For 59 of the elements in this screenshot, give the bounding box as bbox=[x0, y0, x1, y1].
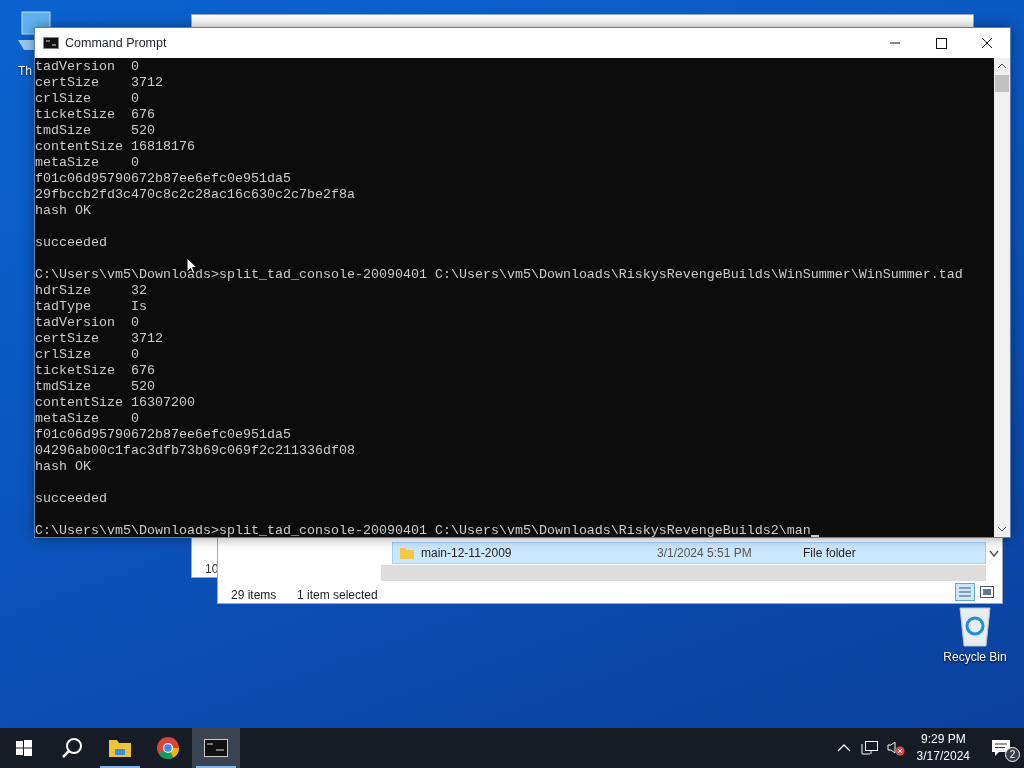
console-line: crlSize 0 bbox=[35, 347, 139, 363]
console-line: tmdSize 520 bbox=[35, 123, 155, 139]
console-line: succeeded bbox=[35, 235, 107, 251]
console-line: crlSize 0 bbox=[35, 91, 139, 107]
console-line: contentSize 16307200 bbox=[35, 395, 195, 411]
chrome-icon bbox=[156, 736, 180, 760]
start-icon bbox=[16, 740, 32, 756]
console-line: ticketSize 676 bbox=[35, 107, 155, 123]
chevron-up-icon[interactable] bbox=[836, 743, 851, 753]
console-icon bbox=[43, 37, 59, 49]
thumbnail-view-icon[interactable] bbox=[980, 586, 994, 598]
notification-icon bbox=[991, 739, 1011, 757]
console-line: 04296ab00c1fac3dfb73b69c069f2c211336df08 bbox=[35, 443, 355, 459]
file-row[interactable]: main-12-11-2009 3/1/2024 5:51 PM File folder bbox=[392, 542, 986, 564]
console-line: C:\Users\vm5\Downloads>split_tad_console-20090401 C:\Users\vm5\Downloads\RiskysRevengeBuilds2\man bbox=[35, 523, 811, 539]
console-line: hash OK bbox=[35, 203, 91, 219]
scrollbar-thumb[interactable] bbox=[995, 75, 1009, 92]
file-type: File folder bbox=[803, 545, 856, 562]
console-line: tmdSize 520 bbox=[35, 379, 155, 395]
status-text: 29 items bbox=[231, 587, 277, 604]
notification-count: 2 bbox=[1005, 747, 1020, 762]
taskbar-button[interactable] bbox=[192, 728, 240, 768]
console-line: f01c06d95790672b87ee6efc0e951da5 bbox=[35, 427, 291, 443]
clock-date[interactable]: 3/17/2024 bbox=[916, 748, 970, 765]
console-line: succeeded bbox=[35, 491, 107, 507]
search-icon bbox=[61, 737, 83, 759]
console-line: certSize 3712 bbox=[35, 75, 163, 91]
console-line: 29fbccb2fd3c470c8c2c28ac16c630c2c7be2f8a bbox=[35, 187, 355, 203]
console-line: metaSize 0 bbox=[35, 155, 139, 171]
clock-time[interactable]: 9:29 PM bbox=[916, 731, 970, 748]
text-cursor bbox=[810, 535, 819, 537]
console-line: certSize 3712 bbox=[35, 331, 163, 347]
console-icon bbox=[204, 739, 228, 757]
horizontal-scrollbar[interactable] bbox=[381, 565, 986, 581]
file-date: 3/1/2024 5:51 PM bbox=[657, 545, 753, 562]
console-line: tadVersion 0 bbox=[35, 315, 139, 331]
console-line: metaSize 0 bbox=[35, 411, 139, 427]
notifications-button[interactable]: 2 bbox=[978, 728, 1024, 768]
window-title: Command Prompt bbox=[65, 34, 167, 52]
console-line: f01c06d95790672b87ee6efc0e951da5 bbox=[35, 171, 291, 187]
status-text: 1 item selected bbox=[297, 587, 378, 604]
console-line: hash OK bbox=[35, 459, 91, 475]
volume-muted-icon[interactable] bbox=[885, 740, 906, 756]
scroll-down-icon[interactable] bbox=[989, 550, 999, 558]
folder-icon bbox=[399, 546, 415, 560]
console-line: contentSize 16818176 bbox=[35, 139, 195, 155]
console-line: hdrSize 32 bbox=[35, 283, 147, 299]
scroll-down-icon[interactable] bbox=[997, 526, 1007, 532]
scroll-up-icon[interactable] bbox=[997, 63, 1007, 69]
file-name: main-12-11-2009 bbox=[421, 545, 513, 562]
folder-icon bbox=[108, 738, 132, 758]
console-line: ticketSize 676 bbox=[35, 363, 155, 379]
desktop-icon-label: Th bbox=[18, 63, 32, 80]
console-line: C:\Users\vm5\Downloads>split_tad_console-20090401 C:\Users\vm5\Downloads\RiskysRevengeBuilds\WinSummer\WinSummer.tad bbox=[35, 267, 963, 283]
desktop-icon-label: Recycle Bin bbox=[943, 649, 1007, 666]
console-line: tadType Is bbox=[35, 299, 147, 315]
console-line: tadVersion 0 bbox=[35, 59, 139, 75]
vertical-scrollbar[interactable] bbox=[994, 58, 1010, 537]
network-icon[interactable] bbox=[860, 740, 879, 756]
